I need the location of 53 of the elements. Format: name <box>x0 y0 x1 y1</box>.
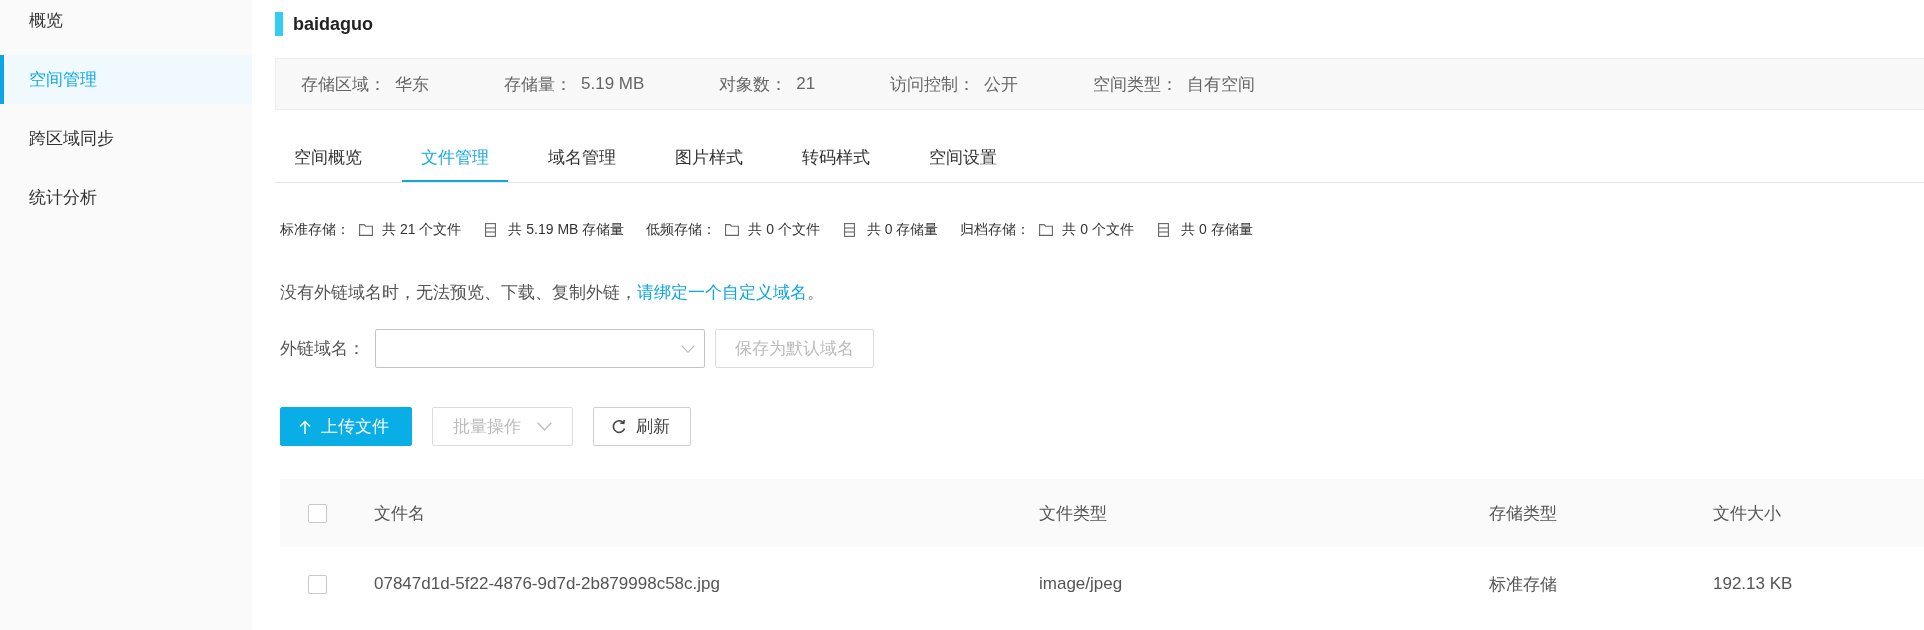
column-header: 存储类型 <box>1489 502 1558 525</box>
document-icon <box>485 223 497 237</box>
chevron-down-icon <box>681 344 695 353</box>
storage-size-text: 共 5.19 MB 存储量 <box>508 221 625 239</box>
table-cell-text: 标准存储 <box>1489 573 1558 596</box>
sidebar-item[interactable]: 跨区域同步 <box>0 114 252 163</box>
info-label: 访问控制： <box>890 73 976 96</box>
refresh-icon <box>611 418 627 435</box>
column-header: 文件类型 <box>1039 502 1108 525</box>
table-cell-text: image/jpeg <box>1039 574 1124 594</box>
sidebar-item[interactable]: 概览 <box>0 0 252 45</box>
storage-class-label: 低频存储： <box>646 221 717 239</box>
storage-size-text: 共 0 存储量 <box>1181 221 1253 239</box>
domain-label: 外链域名： <box>280 338 365 360</box>
folder-icon <box>359 224 373 236</box>
tab[interactable]: 空间设置 <box>910 134 1016 182</box>
tab[interactable]: 转码样式 <box>783 134 889 182</box>
info-value: 华东 <box>395 73 429 96</box>
up-arrow-icon <box>299 419 311 434</box>
info-value: 公开 <box>984 73 1019 96</box>
info-label: 对象数： <box>719 73 788 96</box>
tab[interactable]: 图片样式 <box>656 134 762 182</box>
column-header: 文件名 <box>374 502 426 525</box>
tab[interactable]: 空间概览 <box>275 134 381 182</box>
notice-text: 没有外链域名时，无法预览、下载、复制外链，请绑定一个自定义域名。 <box>280 282 825 304</box>
checkbox[interactable] <box>308 574 327 594</box>
info-label: 空间类型： <box>1093 73 1179 96</box>
file-count-text: 共 21 个文件 <box>382 221 462 239</box>
info-label: 存储量： <box>504 73 572 96</box>
checkbox[interactable] <box>308 503 327 523</box>
folder-icon <box>725 224 740 236</box>
table-cell-text: 192.13 KB <box>1713 574 1794 594</box>
folder-icon <box>1039 224 1054 236</box>
info-label: 存储区域： <box>301 73 386 96</box>
storage-class-label: 归档存储： <box>960 221 1031 239</box>
storage-class-label: 标准存储： <box>280 221 350 239</box>
caret-icon <box>537 422 552 431</box>
column-header: 文件大小 <box>1713 502 1782 525</box>
storage-size-text: 共 0 存储量 <box>866 221 939 239</box>
document-icon <box>843 223 855 237</box>
file-count-text: 共 0 个文件 <box>1062 221 1134 239</box>
refresh-button[interactable]: 刷新 <box>593 407 691 446</box>
domain-select[interactable] <box>375 329 705 368</box>
table-cell-text: 07847d1d-5f22-4876-9d7d-2b879998c58c.jpg <box>374 574 721 594</box>
tab[interactable]: 域名管理 <box>529 134 635 182</box>
document-icon <box>1158 223 1169 237</box>
file-count-text: 共 0 个文件 <box>748 221 820 239</box>
info-value: 5.19 MB <box>581 74 645 94</box>
accent-bar-icon <box>275 12 283 36</box>
info-value: 21 <box>796 74 816 94</box>
bucket-title: baidaguo <box>293 13 373 36</box>
info-value: 自有空间 <box>1187 73 1256 96</box>
sidebar-item[interactable]: 统计分析 <box>0 173 252 222</box>
